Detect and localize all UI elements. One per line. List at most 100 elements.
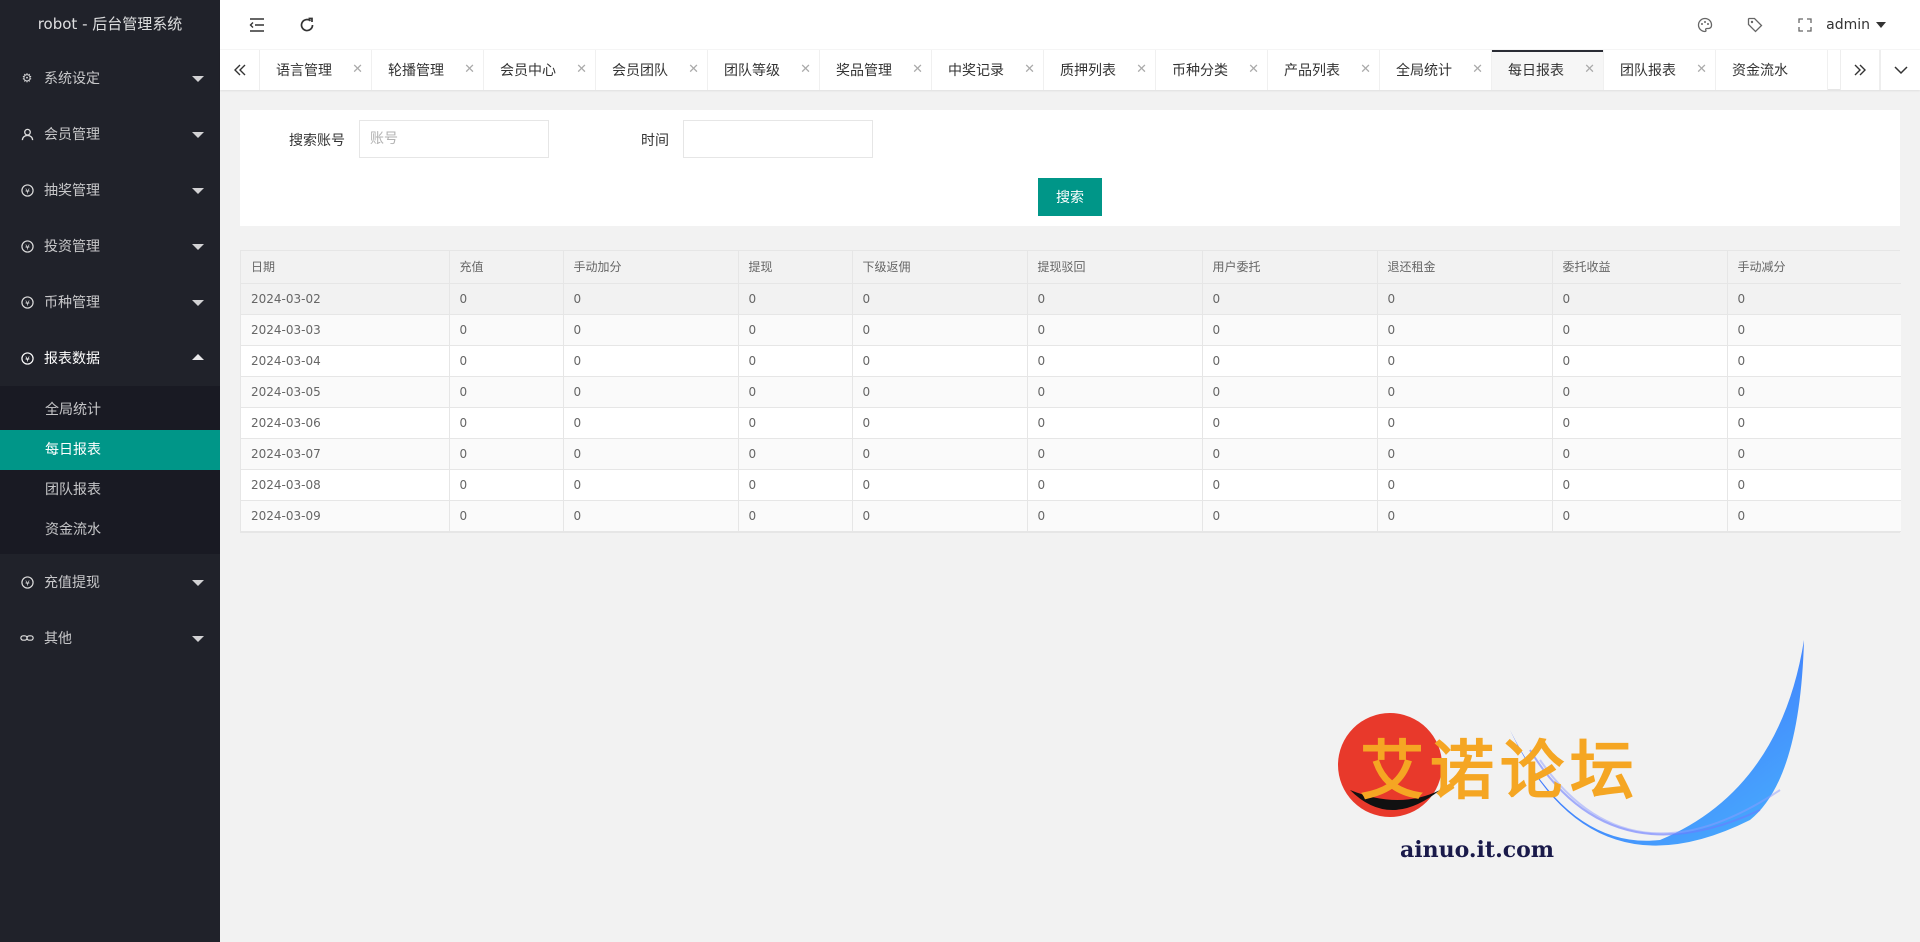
- tabs-scroll-right-icon[interactable]: [1840, 50, 1880, 90]
- table-cell: 0: [852, 438, 1028, 470]
- column-header: 提现: [738, 251, 853, 284]
- sidebar-item-currency-management[interactable]: ¥ 币种管理: [0, 274, 220, 330]
- tab-label: 语言管理: [276, 63, 332, 79]
- table-cell: 0: [738, 345, 853, 377]
- tab-label: 团队等级: [724, 63, 780, 79]
- close-icon[interactable]: ✕: [912, 62, 923, 77]
- table-cell: 0: [449, 376, 564, 408]
- close-icon[interactable]: ✕: [800, 62, 811, 77]
- table-cell: 0: [1552, 283, 1728, 315]
- column-header: 下级返佣: [852, 251, 1028, 284]
- table-cell: 0: [563, 345, 739, 377]
- table-cell: 0: [1727, 283, 1901, 315]
- table-cell: 0: [1552, 469, 1728, 501]
- table-cell: 0: [1552, 438, 1728, 470]
- table-row: 2024-03-03 0 0 0 0 0 0 0 0 0: [241, 314, 1901, 346]
- tab-fund-flow[interactable]: 资金流水: [1716, 50, 1828, 90]
- tab-carousel[interactable]: 轮播管理 ✕: [372, 50, 484, 90]
- chevron-down-icon: [192, 300, 204, 306]
- sidebar-item-member-management[interactable]: 会员管理: [0, 106, 220, 162]
- table-cell: 0: [738, 469, 853, 501]
- table-cell: 0: [563, 376, 739, 408]
- link-icon: [20, 631, 34, 645]
- table-cell: 0: [1202, 345, 1378, 377]
- table-cell: 2024-03-08: [241, 469, 450, 501]
- close-icon[interactable]: ✕: [1472, 62, 1483, 77]
- table-row: 2024-03-09 0 0 0 0 0 0 0 0 0: [241, 500, 1901, 532]
- close-icon[interactable]: ✕: [1248, 62, 1259, 77]
- table-cell: 0: [563, 438, 739, 470]
- tab-staking-list[interactable]: 质押列表 ✕: [1044, 50, 1156, 90]
- close-icon[interactable]: ✕: [1024, 62, 1035, 77]
- close-icon[interactable]: ✕: [352, 62, 363, 77]
- tab-team-level[interactable]: 团队等级 ✕: [708, 50, 820, 90]
- table-cell: 0: [852, 314, 1028, 346]
- table-row: 2024-03-08 0 0 0 0 0 0 0 0 0: [241, 469, 1901, 501]
- sidebar-item-investment-management[interactable]: ¥ 投资管理: [0, 218, 220, 274]
- sidebar-subitem-daily-report[interactable]: 每日报表: [0, 430, 220, 470]
- tab-prize-management[interactable]: 奖品管理 ✕: [820, 50, 932, 90]
- close-icon[interactable]: ✕: [688, 62, 699, 77]
- user-icon: [20, 127, 34, 141]
- search-form: 搜索账号 时间 搜索: [240, 110, 1900, 226]
- fullscreen-icon[interactable]: [1780, 0, 1830, 50]
- chevron-up-icon: [192, 354, 204, 360]
- close-icon[interactable]: ✕: [1136, 62, 1147, 77]
- sidebar-subitem-global-stats[interactable]: 全局统计: [0, 390, 220, 430]
- tab-list: 语言管理 ✕ 轮播管理 ✕ 会员中心 ✕ 会员团队 ✕ 团队等级 ✕ 奖品管理 ✕ 中奖记录…: [260, 50, 1828, 90]
- tab-winning-records[interactable]: 中奖记录 ✕: [932, 50, 1044, 90]
- sidebar-subitem-fund-flow[interactable]: 资金流水: [0, 510, 220, 550]
- svg-text:¥: ¥: [25, 298, 30, 307]
- svg-text:¥: ¥: [25, 354, 30, 363]
- sidebar-item-other[interactable]: 其他: [0, 610, 220, 666]
- account-input[interactable]: [359, 120, 549, 158]
- table-cell: 0: [738, 376, 853, 408]
- close-icon[interactable]: ✕: [464, 62, 475, 77]
- tab-product-list[interactable]: 产品列表 ✕: [1268, 50, 1380, 90]
- table-cell: 0: [1027, 314, 1203, 346]
- tag-icon[interactable]: [1730, 0, 1780, 50]
- tab-team-report[interactable]: 团队报表 ✕: [1604, 50, 1716, 90]
- tab-currency-category[interactable]: 币种分类 ✕: [1156, 50, 1268, 90]
- table-cell: 0: [563, 500, 739, 532]
- table-cell: 0: [449, 469, 564, 501]
- user-menu[interactable]: admin: [1826, 0, 1886, 50]
- table-header-row: 日期 充值 手动加分 提现 下级返佣 提现驳回 用户委托 退还租金 委托收益 手…: [241, 251, 1901, 284]
- sidebar-item-label: 币种管理: [44, 295, 100, 311]
- refresh-icon[interactable]: [282, 0, 332, 50]
- menu-toggle-icon[interactable]: [232, 0, 282, 50]
- table-cell: 0: [1727, 376, 1901, 408]
- close-icon[interactable]: ✕: [1584, 62, 1595, 77]
- watermark-url: ainuo.it.com: [1400, 837, 1555, 863]
- sidebar-item-lottery-management[interactable]: ¥ 抽奖管理: [0, 162, 220, 218]
- tabs-scroll-left-icon[interactable]: [220, 50, 260, 90]
- tab-bar: 语言管理 ✕ 轮播管理 ✕ 会员中心 ✕ 会员团队 ✕ 团队等级 ✕ 奖品管理 ✕ 中奖记录…: [220, 50, 1920, 90]
- table-cell: 0: [738, 438, 853, 470]
- time-label: 时间: [641, 133, 669, 149]
- time-input[interactable]: [683, 120, 873, 158]
- table-cell: 0: [1027, 438, 1203, 470]
- theme-palette-icon[interactable]: [1680, 0, 1730, 50]
- table-cell: 0: [738, 314, 853, 346]
- close-icon[interactable]: ✕: [576, 62, 587, 77]
- close-icon[interactable]: ✕: [1360, 62, 1371, 77]
- close-icon[interactable]: ✕: [1696, 62, 1707, 77]
- tabs-menu-chevron-down-icon[interactable]: [1880, 50, 1920, 90]
- sidebar-item-label: 投资管理: [44, 239, 100, 255]
- table-cell: 0: [1377, 376, 1553, 408]
- table-cell: 2024-03-03: [241, 314, 450, 346]
- tab-language[interactable]: 语言管理 ✕: [260, 50, 372, 90]
- tab-member-team[interactable]: 会员团队 ✕: [596, 50, 708, 90]
- sidebar-item-report-data[interactable]: ¥ 报表数据: [0, 330, 220, 386]
- table-body: 2024-03-02 0 0 0 0 0 0 0 0 0 2024-03-03 0 0 0 0 0 0 0 0 0 20…: [241, 283, 1901, 532]
- tab-member-center[interactable]: 会员中心 ✕: [484, 50, 596, 90]
- search-button[interactable]: 搜索: [1038, 178, 1102, 216]
- sidebar-item-recharge-withdraw[interactable]: ¥ 充值提现: [0, 554, 220, 610]
- tab-global-stats[interactable]: 全局统计 ✕: [1380, 50, 1492, 90]
- tab-label: 产品列表: [1284, 63, 1340, 79]
- sidebar-item-system-settings[interactable]: ⚙ 系统设定: [0, 50, 220, 106]
- sidebar-subitem-team-report[interactable]: 团队报表: [0, 470, 220, 510]
- yen-icon: ¥: [20, 351, 34, 365]
- tab-daily-report[interactable]: 每日报表 ✕: [1492, 50, 1604, 90]
- sidebar-item-label: 充值提现: [44, 575, 100, 591]
